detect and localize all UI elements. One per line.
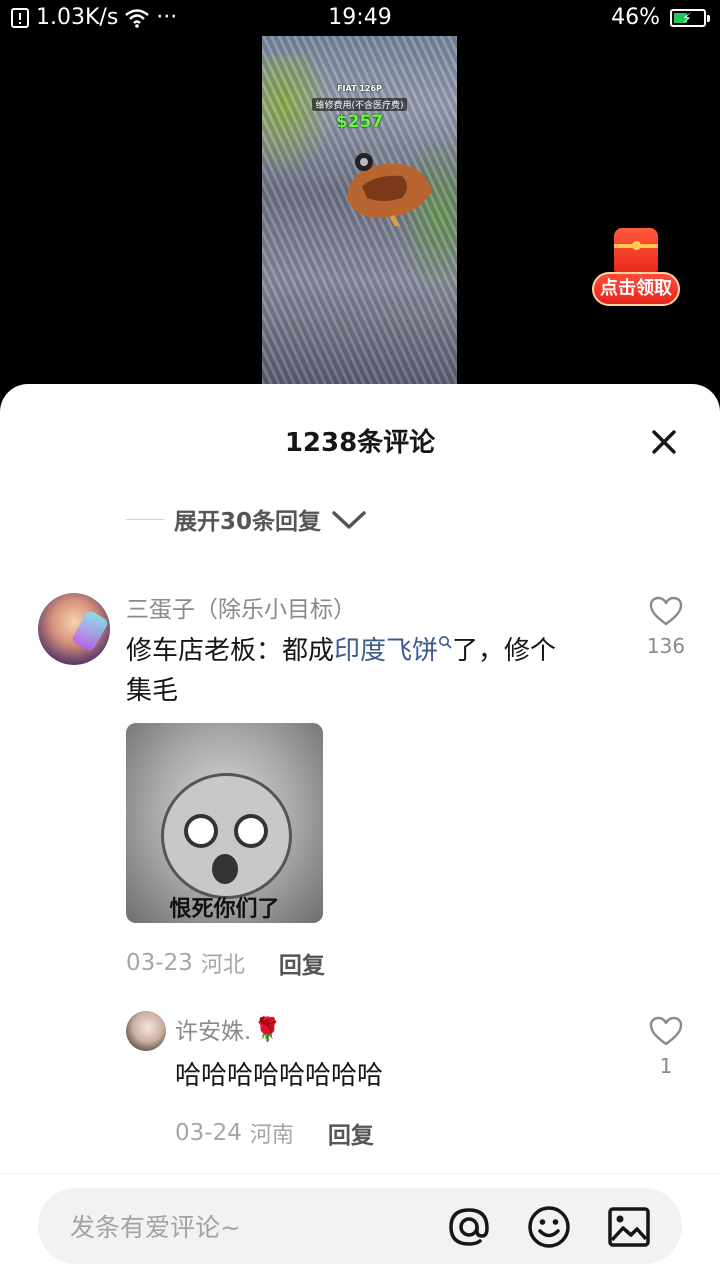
comment-input[interactable]: 发条有爱评论~ bbox=[38, 1188, 682, 1264]
meme-caption: 恨死你们了 bbox=[169, 897, 280, 922]
reply-button[interactable]: 回复 bbox=[279, 946, 325, 980]
reply-location: 河南 bbox=[249, 1123, 294, 1148]
repair-cost: $257 bbox=[335, 112, 384, 132]
heart-icon bbox=[649, 596, 683, 626]
comment-meta: 03-23 河北 回复 bbox=[126, 946, 325, 980]
search-icon[interactable] bbox=[438, 635, 452, 649]
search-keyword-link[interactable]: 印度飞饼 bbox=[334, 636, 438, 666]
battery-icon: ⚡ bbox=[670, 8, 710, 27]
status-bar: 1.03K/s ··· 19:49 46% ⚡ bbox=[0, 0, 720, 36]
rose-emoji: 🌹 bbox=[253, 1016, 282, 1043]
reply-like-button[interactable]: 1 bbox=[641, 1016, 691, 1078]
comments-title: 1238条评论 bbox=[284, 428, 436, 458]
close-icon[interactable] bbox=[650, 428, 678, 456]
reply-like-count: 1 bbox=[659, 1054, 673, 1078]
red-envelope-icon bbox=[614, 228, 658, 276]
status-right: 46% ⚡ bbox=[611, 5, 710, 30]
comment-username[interactable]: 三蛋子（除乐小目标） bbox=[126, 590, 356, 624]
comment-date: 03-23 bbox=[126, 950, 193, 976]
comment-location: 河北 bbox=[200, 953, 245, 978]
meme-image[interactable]: 恨死你们了 bbox=[126, 723, 323, 923]
divider bbox=[126, 518, 164, 520]
reply-text: 哈哈哈哈哈哈哈哈 bbox=[175, 1061, 384, 1091]
reply-username-text: 许安姝. bbox=[175, 1019, 252, 1045]
reply-date: 03-24 bbox=[175, 1120, 242, 1146]
like-count: 136 bbox=[646, 634, 686, 658]
emoji-icon[interactable] bbox=[526, 1204, 572, 1250]
image-icon[interactable] bbox=[606, 1204, 652, 1250]
expand-replies-label: 展开30条回复 bbox=[174, 509, 322, 535]
battery-percent: 46% bbox=[611, 5, 660, 30]
reply-meta: 03-24 河南 回复 bbox=[175, 1116, 374, 1150]
heart-icon bbox=[649, 1016, 683, 1046]
avatar[interactable] bbox=[38, 593, 110, 665]
game-overlay: FIAT 126P 维修费用(不含医疗费) $257 bbox=[262, 84, 457, 132]
reply-reply-button[interactable]: 回复 bbox=[328, 1116, 374, 1150]
expand-replies-button[interactable]: 展开30条回复 bbox=[126, 502, 367, 536]
red-packet-button[interactable]: 点击领取 bbox=[592, 228, 682, 310]
car-name: FIAT 126P bbox=[337, 84, 382, 93]
comment-text-start: 修车店老板：都成 bbox=[126, 636, 335, 666]
video-player[interactable]: FIAT 126P 维修费用(不含医疗费) $257 bbox=[262, 36, 457, 384]
wrecked-car-image bbox=[347, 153, 432, 226]
divider bbox=[0, 1173, 720, 1174]
chevron-down-icon bbox=[332, 511, 366, 529]
reply-avatar[interactable] bbox=[126, 1011, 166, 1051]
red-packet-label: 点击领取 bbox=[592, 272, 680, 306]
repair-label: 维修费用(不含医疗费) bbox=[312, 98, 407, 111]
reply-username[interactable]: 许安姝. 🌹 bbox=[175, 1012, 282, 1046]
comment-input-placeholder: 发条有爱评论~ bbox=[70, 1213, 241, 1242]
at-icon[interactable] bbox=[446, 1204, 492, 1250]
comment-text: 修车店老板：都成印度飞饼 了，修个集毛 bbox=[126, 631, 576, 711]
like-button[interactable]: 136 bbox=[641, 596, 691, 658]
charging-icon: ⚡ bbox=[682, 10, 692, 27]
comments-sheet: 1238条评论 展开30条回复 三蛋子（除乐小目标） 修车店老板：都成印度飞饼了… bbox=[0, 384, 720, 1280]
